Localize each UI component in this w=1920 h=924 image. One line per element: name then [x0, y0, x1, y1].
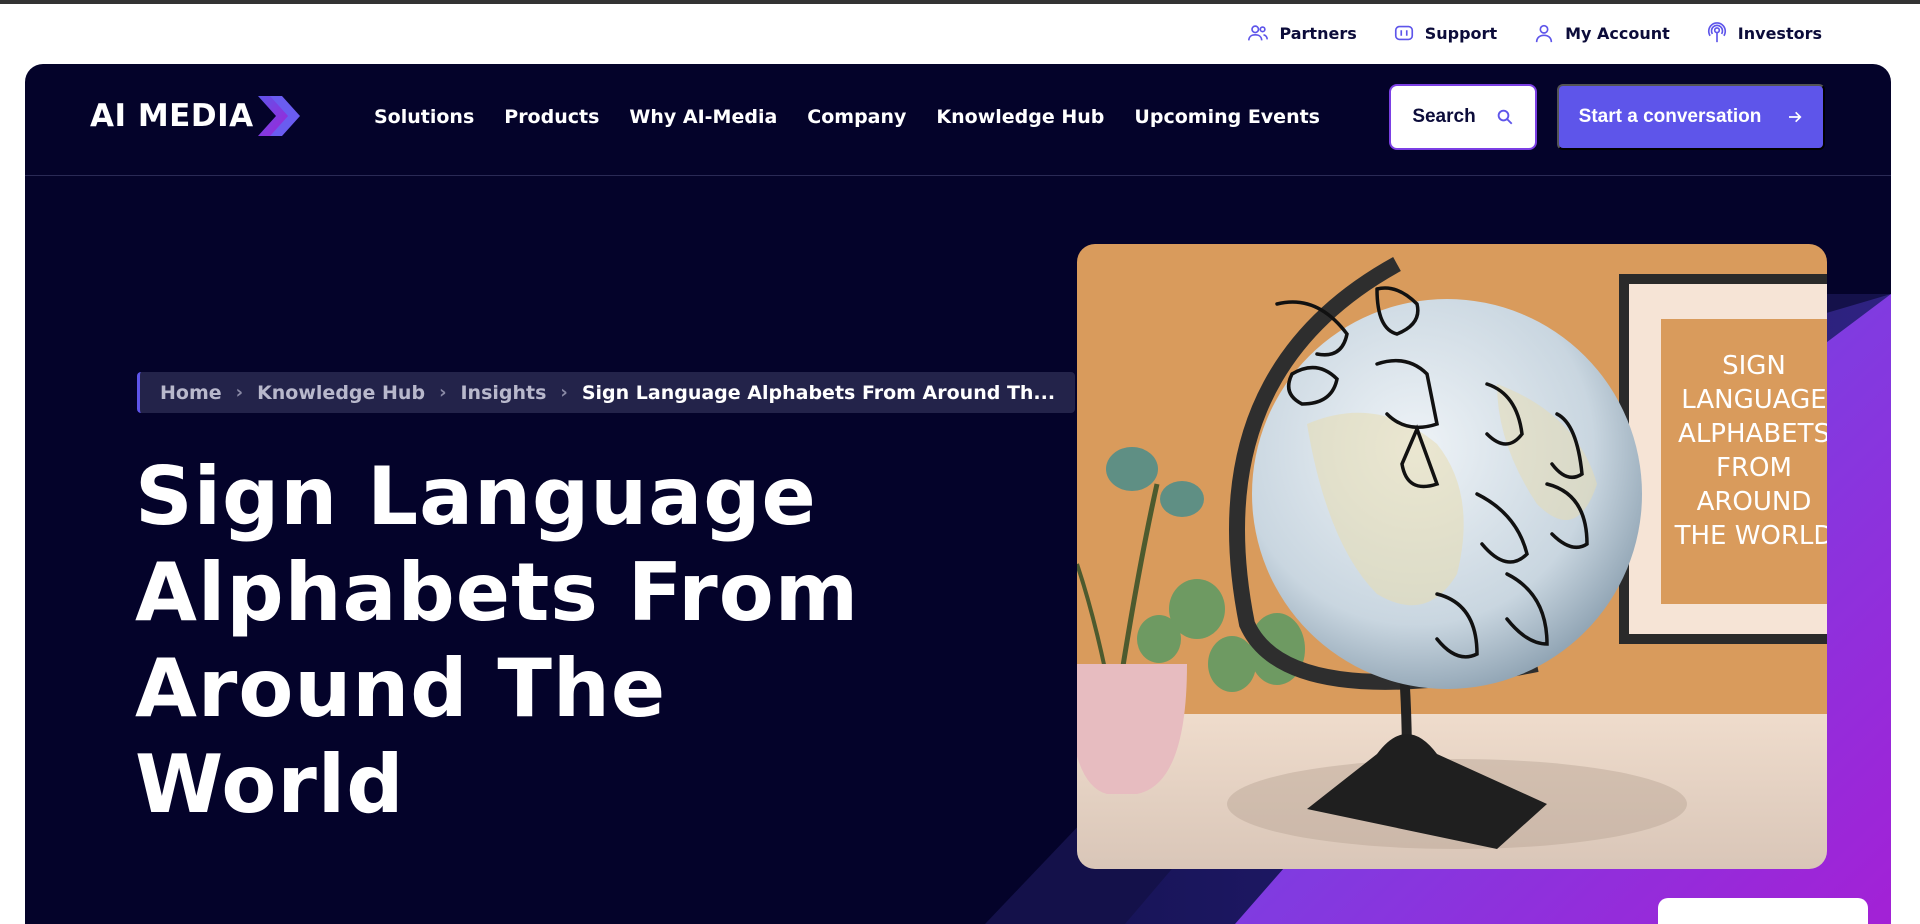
- search-icon: [1497, 109, 1513, 125]
- title-line: Around The World: [135, 642, 667, 831]
- breadcrumb-home[interactable]: Home: [160, 382, 222, 404]
- start-conversation-button[interactable]: Start a conversation: [1557, 84, 1825, 150]
- search-button[interactable]: Search: [1389, 84, 1537, 150]
- chevron-right-icon: ›: [439, 382, 447, 403]
- breadcrumb-insights[interactable]: Insights: [460, 382, 546, 404]
- logo-text: AI MEDIA: [90, 98, 254, 134]
- nav-products[interactable]: Products: [504, 106, 599, 128]
- hero-image: SIGN LANGUAGE ALPHABETS FROM AROUND THE …: [1077, 244, 1827, 869]
- cta-label: Start a conversation: [1578, 106, 1762, 127]
- partners-label: Partners: [1279, 23, 1357, 43]
- main-navbar: AI MEDIA Solutions Products Why AI-Media…: [25, 64, 1891, 176]
- hero-section: AI MEDIA Solutions Products Why AI-Media…: [25, 64, 1891, 924]
- breadcrumb-current: Sign Language Alphabets From Around Th..…: [581, 381, 1056, 404]
- bottom-card: [1658, 898, 1868, 924]
- nav-company[interactable]: Company: [807, 106, 906, 128]
- nav-solutions[interactable]: Solutions: [374, 106, 474, 128]
- arrow-right-icon: [1789, 111, 1802, 123]
- support-icon: [1394, 25, 1413, 41]
- poster-line: AROUND: [1697, 487, 1812, 517]
- globe-illustration: SIGN LANGUAGE ALPHABETS FROM AROUND THE …: [1077, 244, 1827, 869]
- my-account-link[interactable]: My Account: [1533, 22, 1670, 44]
- breadcrumb-knowledge-hub[interactable]: Knowledge Hub: [257, 382, 425, 404]
- nav-knowledge-hub[interactable]: Knowledge Hub: [936, 106, 1104, 128]
- title-line: Alphabets From: [135, 546, 860, 639]
- support-label: Support: [1424, 23, 1498, 43]
- breadcrumb: Home › Knowledge Hub › Insights › Sign L…: [137, 372, 1076, 413]
- investors-link[interactable]: Investors: [1706, 22, 1822, 44]
- main-nav: Solutions Products Why AI-Media Company …: [374, 106, 1320, 128]
- search-label: Search: [1412, 106, 1476, 127]
- partners-link[interactable]: Partners: [1247, 22, 1357, 44]
- poster-line: SIGN: [1722, 351, 1786, 381]
- poster-line: LANGUAGE: [1681, 385, 1826, 415]
- chevron-right-icon: ›: [560, 382, 568, 403]
- poster-line: ALPHABETS: [1678, 419, 1827, 449]
- nav-upcoming-events[interactable]: Upcoming Events: [1134, 106, 1320, 128]
- utility-nav: Partners Support My Account Investors: [1247, 22, 1822, 44]
- investors-icon: [1707, 22, 1726, 43]
- account-icon: [1535, 24, 1553, 43]
- nav-why-ai-media[interactable]: Why AI-Media: [629, 106, 777, 128]
- poster-line: FROM: [1716, 453, 1792, 483]
- title-line: Sign Language: [135, 450, 817, 543]
- chevron-arrow-icon: [257, 96, 300, 136]
- logo[interactable]: AI MEDIA: [90, 92, 302, 140]
- support-link[interactable]: Support: [1393, 22, 1497, 44]
- my-account-label: My Account: [1565, 23, 1670, 43]
- partners-icon: [1248, 25, 1269, 41]
- poster-line: THE WORLD: [1674, 521, 1827, 551]
- chevron-right-icon: ›: [235, 382, 244, 403]
- top-border: [0, 0, 1920, 4]
- page-title: Sign Language Alphabets From Around The …: [135, 449, 955, 833]
- investors-label: Investors: [1737, 23, 1822, 43]
